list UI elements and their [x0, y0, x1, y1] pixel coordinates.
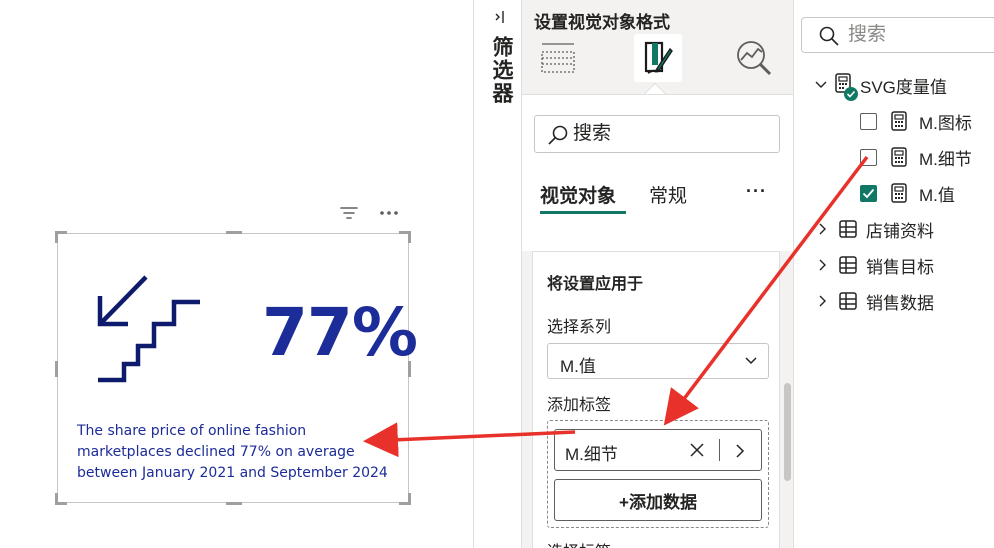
- tree-field-label: M.细节: [919, 149, 972, 169]
- subtab-visual[interactable]: 视觉对象: [540, 181, 616, 208]
- more-options-button[interactable]: ···: [746, 181, 767, 202]
- resize-handle-corner[interactable]: [408, 231, 411, 243]
- more-options-icon[interactable]: [376, 202, 402, 224]
- tree-item-label: 销售目标: [866, 257, 934, 277]
- tree-field-m-icon[interactable]: M.图标: [860, 106, 972, 136]
- chip-divider: [719, 439, 720, 461]
- field-checkbox-m-icon[interactable]: [860, 112, 877, 130]
- active-subtab-indicator: [540, 211, 626, 214]
- search-icon: [819, 26, 839, 46]
- format-section-area: 将设置应用于 选择系列 M.值 添加标签 M.细节 +添加数据: [522, 251, 793, 548]
- resize-handle-corner[interactable]: [55, 231, 58, 243]
- tree-item-sales-data[interactable]: 销售数据: [816, 286, 934, 316]
- tree-item-label: 销售数据: [866, 293, 934, 313]
- table-icon: [839, 256, 857, 274]
- tree-field-m-detail[interactable]: M.细节: [860, 142, 972, 172]
- calculator-measure-icon: [891, 111, 907, 131]
- tab-analytics[interactable]: [730, 34, 778, 82]
- apply-settings-card: 将设置应用于 选择系列 M.值 添加标签 M.细节 +添加数据: [532, 251, 780, 548]
- data-pane: SVG度量值 M.图标 M.细节 M.值: [793, 0, 994, 548]
- chevron-down-icon[interactable]: [814, 81, 828, 89]
- field-chip-m-detail[interactable]: M.细节: [554, 429, 762, 471]
- tag-field-well[interactable]: M.细节 +添加数据: [547, 420, 769, 528]
- chevron-right-icon[interactable]: [816, 223, 830, 235]
- resize-handle-top[interactable]: [226, 231, 242, 234]
- stairs-down-arrow-icon: [97, 275, 200, 383]
- tab-format-visual[interactable]: [634, 34, 682, 82]
- kpi-value: 77%: [262, 294, 418, 371]
- section-title: 将设置应用于: [547, 276, 644, 293]
- series-label: 选择系列: [547, 319, 612, 336]
- field-checkbox-m-value[interactable]: [860, 184, 877, 202]
- tree-item-svg-measures[interactable]: SVG度量值: [814, 70, 947, 101]
- format-search-input[interactable]: [573, 120, 773, 148]
- format-pane-scrollbar[interactable]: [784, 383, 791, 481]
- kpi-caption: The share price of online fashion market…: [77, 423, 388, 481]
- calculator-measure-icon: [891, 147, 907, 167]
- resize-handle-corner[interactable]: [55, 493, 58, 505]
- add-tag-label: 添加标签: [547, 397, 612, 414]
- series-selected-value: M.值: [560, 357, 596, 376]
- format-visual-pane: 设置视觉对象格式 搜索 视觉对象 常规 ··· 将设置应用于 选择系列 M.值 …: [522, 0, 793, 548]
- tree-item-sales-target[interactable]: 销售目标: [816, 250, 934, 280]
- resize-handle-corner[interactable]: [408, 493, 411, 505]
- filter-icon[interactable]: [336, 202, 362, 224]
- fields-table-icon: [541, 43, 575, 73]
- filters-pane-label[interactable]: 筛选器: [486, 36, 516, 105]
- add-data-button[interactable]: +添加数据: [554, 479, 762, 521]
- chevron-right-icon[interactable]: [816, 295, 830, 307]
- resize-handle-left[interactable]: [55, 361, 58, 377]
- checkmark-badge-icon: [844, 87, 858, 101]
- chevron-right-icon[interactable]: [735, 443, 745, 459]
- chevron-right-icon[interactable]: [816, 259, 830, 271]
- checkmark-icon: [862, 188, 875, 198]
- select-tag-label: 选择标签: [547, 538, 611, 548]
- tree-item-store-info[interactable]: 店铺资料: [816, 214, 934, 244]
- format-search-box[interactable]: [534, 115, 780, 153]
- format-pane-body: 视觉对象 常规 ··· 将设置应用于 选择系列 M.值 添加标签 M.细节: [522, 94, 793, 548]
- table-icon: [839, 220, 857, 238]
- tab-add-data[interactable]: [534, 34, 582, 82]
- subtab-general[interactable]: 常规: [649, 181, 687, 208]
- table-icon: [839, 292, 857, 310]
- close-icon[interactable]: [689, 442, 705, 458]
- tree-item-label: 店铺资料: [866, 221, 934, 241]
- measure-table-icon: [834, 73, 858, 101]
- visual-header: [336, 200, 406, 226]
- search-icon: [548, 125, 568, 145]
- series-dropdown[interactable]: M.值: [547, 343, 769, 379]
- expand-pane-icon[interactable]: [494, 10, 506, 24]
- data-search-input[interactable]: [848, 22, 988, 48]
- tree-field-m-value[interactable]: M.值: [860, 178, 955, 208]
- filters-pane-collapsed[interactable]: 筛选器: [473, 0, 522, 548]
- tree-field-label: M.图标: [919, 113, 972, 133]
- pane-title: 设置视觉对象格式: [534, 13, 670, 32]
- report-canvas[interactable]: 77% The share price of online fashion ma…: [0, 0, 473, 548]
- field-checkbox-m-detail[interactable]: [860, 148, 877, 166]
- field-chip-label: M.细节: [565, 445, 618, 464]
- analytics-magnifier-icon: [737, 41, 772, 76]
- tree-item-label: SVG度量值: [860, 77, 947, 97]
- calculator-measure-icon: [891, 183, 907, 203]
- tree-field-label: M.值: [919, 185, 955, 205]
- resize-handle-bottom[interactable]: [226, 502, 242, 505]
- format-brush-icon: [644, 41, 673, 74]
- chevron-down-icon: [745, 357, 757, 365]
- data-search-box[interactable]: [801, 17, 994, 53]
